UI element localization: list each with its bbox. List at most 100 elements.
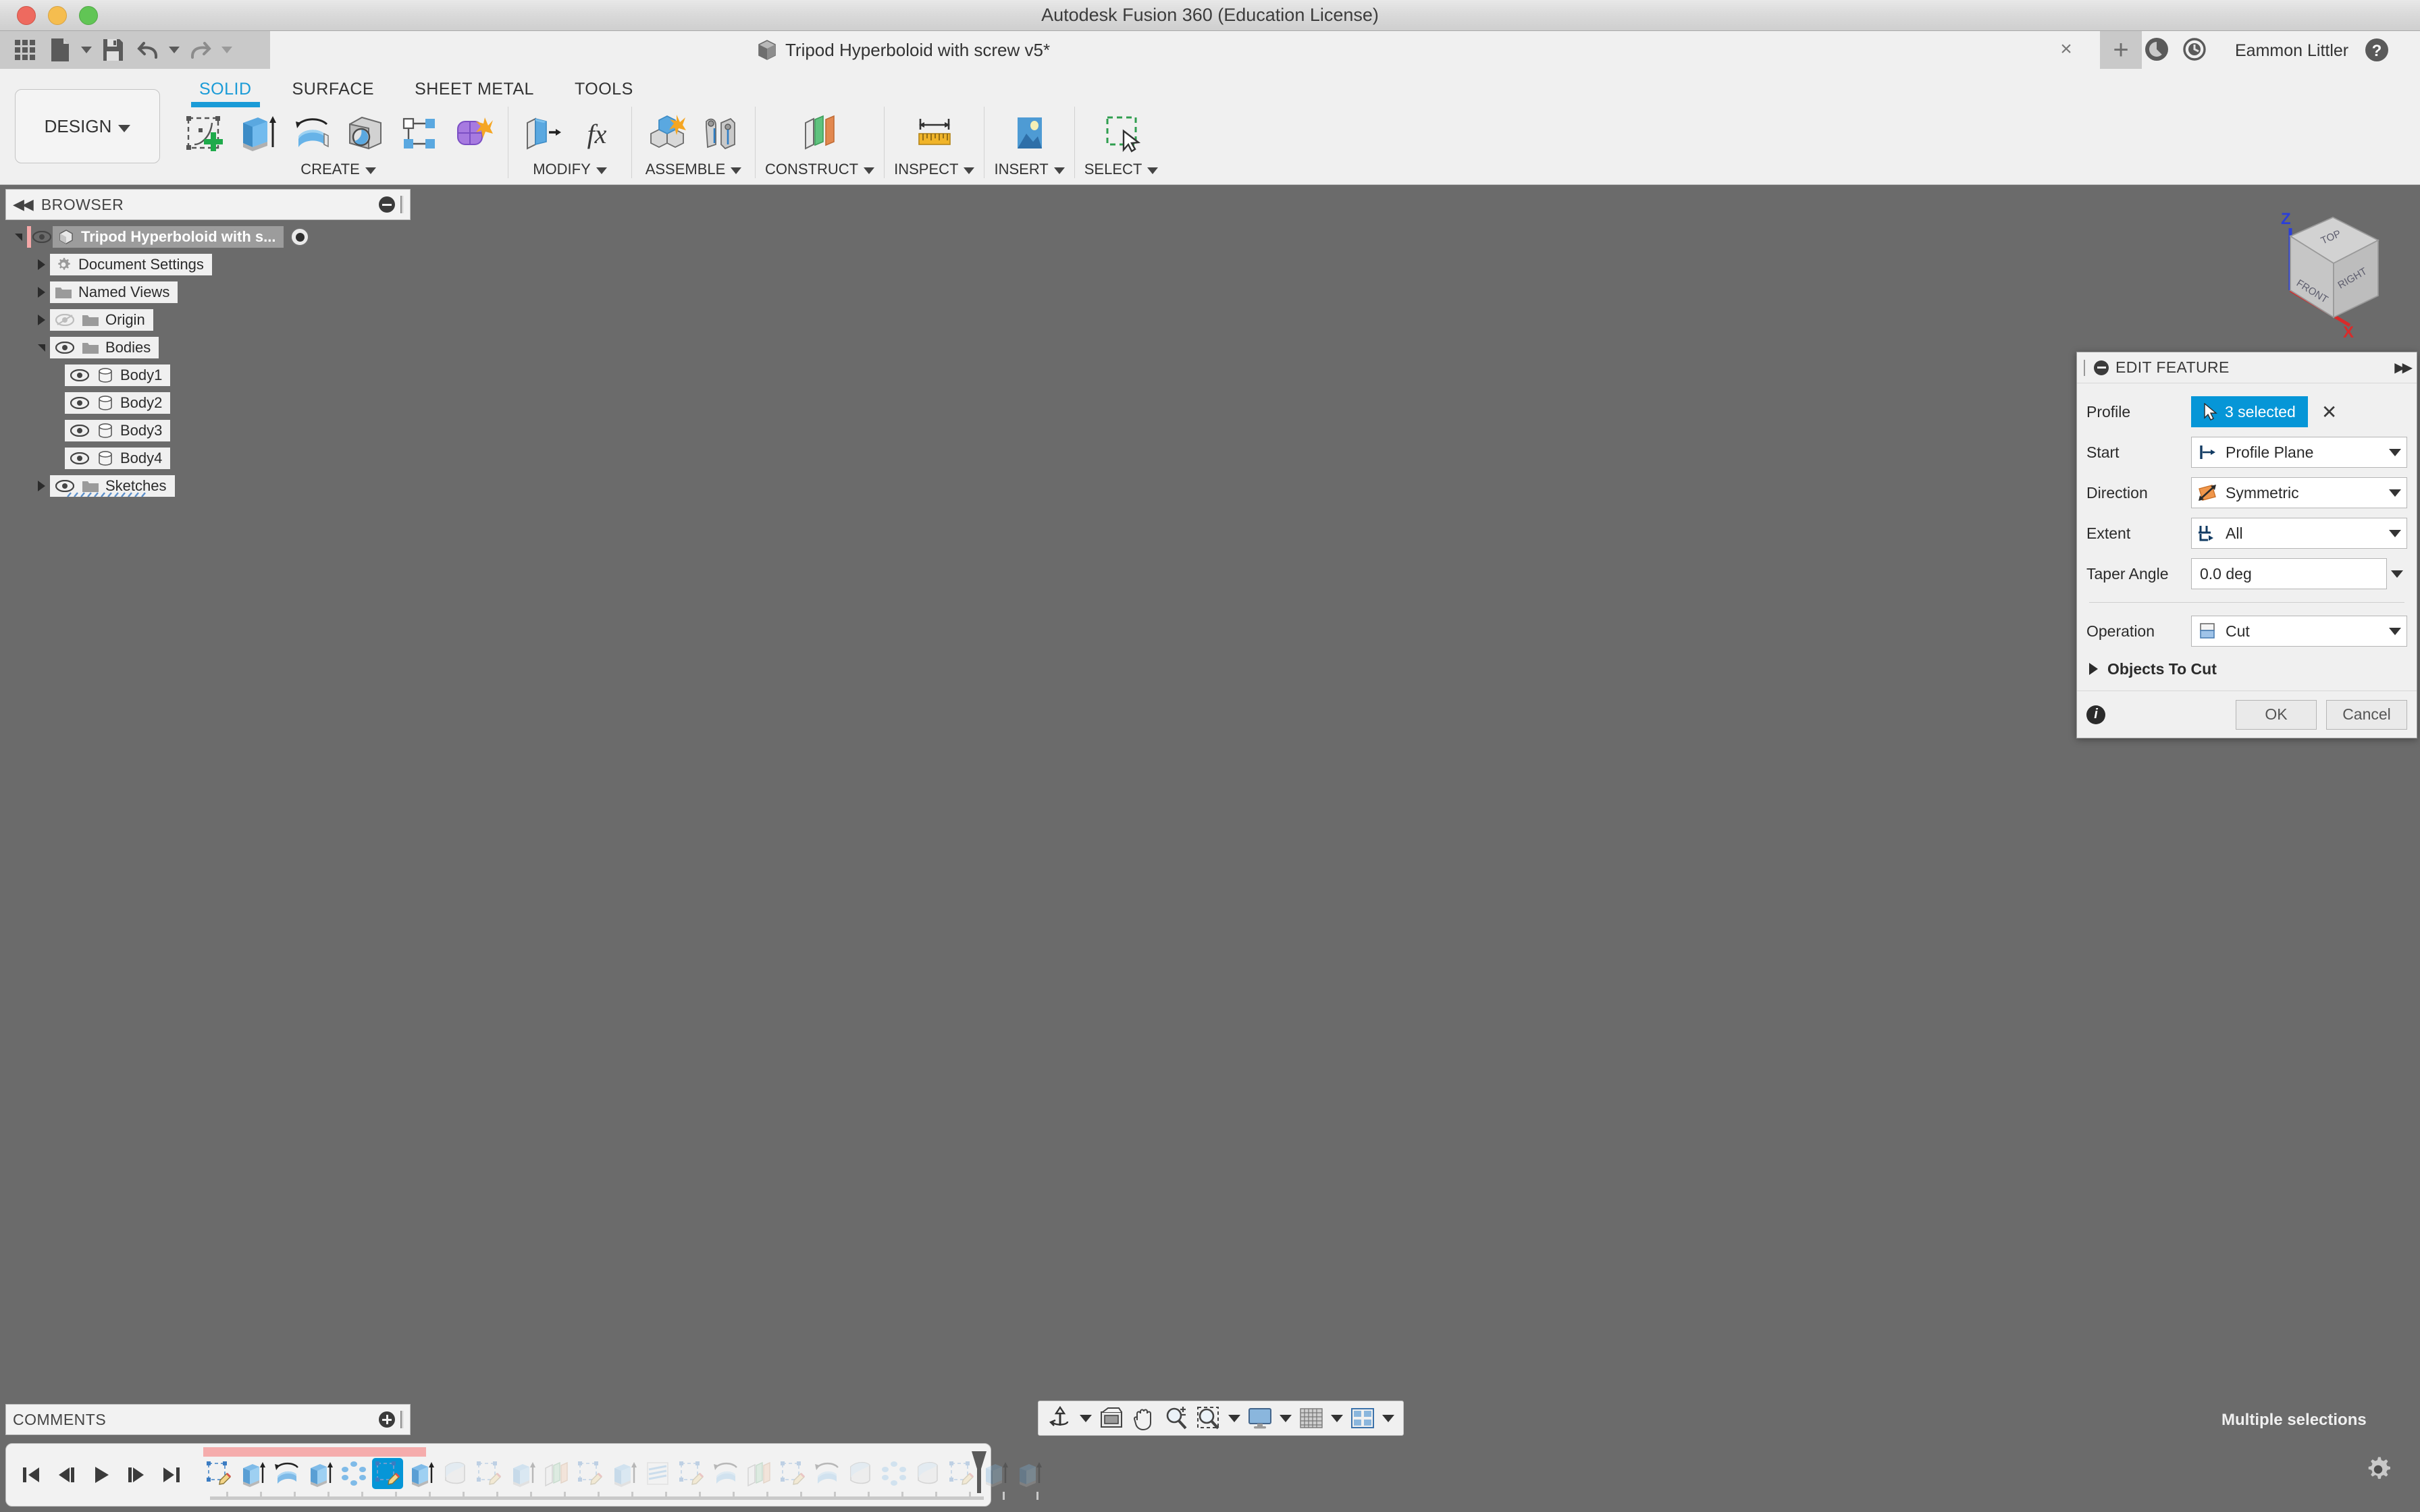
timeline-item-21[interactable]	[912, 1458, 943, 1489]
step-back-icon[interactable]	[52, 1461, 80, 1489]
dialog-expand-icon[interactable]: ▶▶	[2394, 359, 2410, 376]
start-dropdown[interactable]: Profile Plane	[2191, 437, 2407, 468]
create-sketch-icon[interactable]	[178, 108, 228, 158]
dialog-collapse-icon[interactable]	[2094, 360, 2109, 375]
tree-node-sketches[interactable]: Sketches	[5, 473, 411, 499]
jump-to-end-icon[interactable]	[157, 1461, 186, 1489]
expander-right-icon[interactable]	[32, 481, 50, 491]
browser-resize-grip[interactable]	[400, 196, 403, 213]
panel-insert-label[interactable]: INSERT	[994, 161, 1064, 178]
tree-node-body4-body[interactable]: Body4	[65, 448, 170, 469]
timeline-item-19[interactable]	[845, 1458, 876, 1489]
visibility-eye-icon[interactable]	[54, 339, 76, 356]
tree-node-sketches-body[interactable]: Sketches	[50, 475, 175, 497]
visibility-eye-icon[interactable]	[31, 228, 53, 246]
tab-sheet-metal[interactable]: SHEET METAL	[394, 74, 554, 105]
operation-dropdown[interactable]: Cut	[2191, 616, 2407, 647]
expander-right-icon[interactable]	[32, 259, 50, 270]
tree-node-bodies[interactable]: Bodies	[5, 335, 411, 360]
fit-dropdown-caret[interactable]	[1226, 1403, 1242, 1433]
viewports-icon[interactable]	[1348, 1403, 1377, 1433]
file-dropdown-caret[interactable]	[80, 34, 93, 65]
insert-image-icon[interactable]	[1005, 108, 1055, 158]
tab-tools[interactable]: TOOLS	[554, 74, 654, 105]
expander-right-icon[interactable]	[32, 315, 50, 325]
grid-snaps-icon[interactable]	[1296, 1403, 1326, 1433]
info-icon[interactable]: i	[2086, 705, 2105, 724]
document-tab[interactable]: Tripod Hyperboloid with screw v5*	[739, 31, 1068, 69]
undo-icon[interactable]	[132, 34, 163, 65]
timeline-item-6[interactable]	[406, 1458, 437, 1489]
viewports-dropdown-caret[interactable]	[1380, 1403, 1396, 1433]
panel-select-label[interactable]: SELECT	[1084, 161, 1159, 178]
tree-node-body4[interactable]: Body4	[5, 446, 411, 471]
3d-model[interactable]	[594, 428, 1850, 1454]
timeline-item-7[interactable]	[440, 1458, 471, 1489]
rectangular-pattern-icon[interactable]	[394, 108, 444, 158]
extrude-dimension-value[interactable]: 5.00	[866, 767, 910, 793]
orbit-icon[interactable]	[1045, 1403, 1075, 1433]
profile-clear-button[interactable]: ✕	[2321, 401, 2337, 423]
timeline-item-12[interactable]	[608, 1458, 639, 1489]
tree-node-body1-body[interactable]: Body1	[65, 364, 170, 386]
tab-surface[interactable]: SURFACE	[272, 74, 395, 105]
extrude-arrow-down[interactable]	[875, 904, 913, 961]
save-icon[interactable]	[97, 34, 128, 65]
press-pull-icon[interactable]	[518, 108, 568, 158]
settings-gear-icon[interactable]	[2363, 1455, 2393, 1484]
zoom-icon[interactable]	[1161, 1403, 1191, 1433]
revolve-icon[interactable]	[286, 108, 336, 158]
profile-selection-chip[interactable]: 3 selected	[2191, 396, 2308, 427]
play-icon[interactable]	[87, 1461, 115, 1489]
comments-panel[interactable]: COMMENTS	[5, 1404, 411, 1435]
ok-button[interactable]: OK	[2236, 700, 2317, 730]
redo-icon[interactable]	[185, 34, 216, 65]
tree-node-body3[interactable]: Body3	[5, 418, 411, 443]
help-icon[interactable]: ?	[2363, 36, 2390, 63]
pan-icon[interactable]	[1129, 1403, 1159, 1433]
timeline-item-2[interactable]	[271, 1458, 302, 1489]
tree-node-named-views-body[interactable]: Named Views	[50, 281, 178, 303]
timeline-item-9[interactable]	[507, 1458, 538, 1489]
undo-dropdown-caret[interactable]	[167, 34, 181, 65]
job-status-icon[interactable]	[2144, 36, 2171, 63]
tree-node-bodies-body[interactable]: Bodies	[50, 337, 159, 358]
create-form-icon[interactable]	[448, 108, 498, 158]
user-name-label[interactable]: Eammon Littler	[2235, 41, 2348, 61]
tree-node-origin-body[interactable]: Origin	[50, 309, 153, 331]
browser-minimize-icon[interactable]	[379, 196, 395, 213]
look-at-icon[interactable]	[1097, 1403, 1126, 1433]
timeline-item-3[interactable]	[305, 1458, 336, 1489]
workspace-switcher[interactable]: DESIGN	[15, 89, 160, 163]
extent-dropdown[interactable]: All	[2191, 518, 2407, 549]
orbit-dropdown-caret[interactable]	[1078, 1403, 1094, 1433]
active-component-radio[interactable]	[290, 227, 309, 246]
timeline-item-10[interactable]	[541, 1458, 572, 1489]
extrude-icon[interactable]	[232, 108, 282, 158]
expander-down-icon[interactable]	[32, 344, 50, 352]
tree-node-document-settings[interactable]: Document Settings	[5, 252, 411, 277]
comments-resize-grip[interactable]	[400, 1411, 403, 1428]
tree-node-body2[interactable]: Body2	[5, 390, 411, 416]
display-settings-icon[interactable]	[1245, 1403, 1275, 1433]
fit-icon[interactable]	[1194, 1403, 1224, 1433]
timeline-end-marker[interactable]	[972, 1451, 987, 1493]
hole-icon[interactable]	[340, 108, 390, 158]
panel-assemble-label[interactable]: ASSEMBLE	[646, 161, 742, 178]
expander-right-icon[interactable]	[32, 287, 50, 298]
taper-angle-input[interactable]: 0.0 deg	[2191, 558, 2387, 589]
timeline-item-16[interactable]	[743, 1458, 774, 1489]
timeline-item-0[interactable]	[203, 1458, 234, 1489]
timeline-item-24[interactable]	[1014, 1458, 1045, 1489]
grid-dropdown-caret[interactable]	[1329, 1403, 1345, 1433]
dialog-header[interactable]: EDIT FEATURE ▶▶	[2077, 352, 2417, 383]
tree-node-body2-body[interactable]: Body2	[65, 392, 170, 414]
timeline-item-1[interactable]	[237, 1458, 268, 1489]
visibility-eye-icon[interactable]	[69, 394, 90, 412]
display-dropdown-caret[interactable]	[1278, 1403, 1294, 1433]
file-icon[interactable]	[45, 34, 76, 65]
step-forward-icon[interactable]	[122, 1461, 151, 1489]
visibility-eye-icon[interactable]	[69, 450, 90, 467]
tree-node-origin[interactable]: Origin	[5, 307, 411, 333]
new-component-icon[interactable]	[641, 108, 691, 158]
